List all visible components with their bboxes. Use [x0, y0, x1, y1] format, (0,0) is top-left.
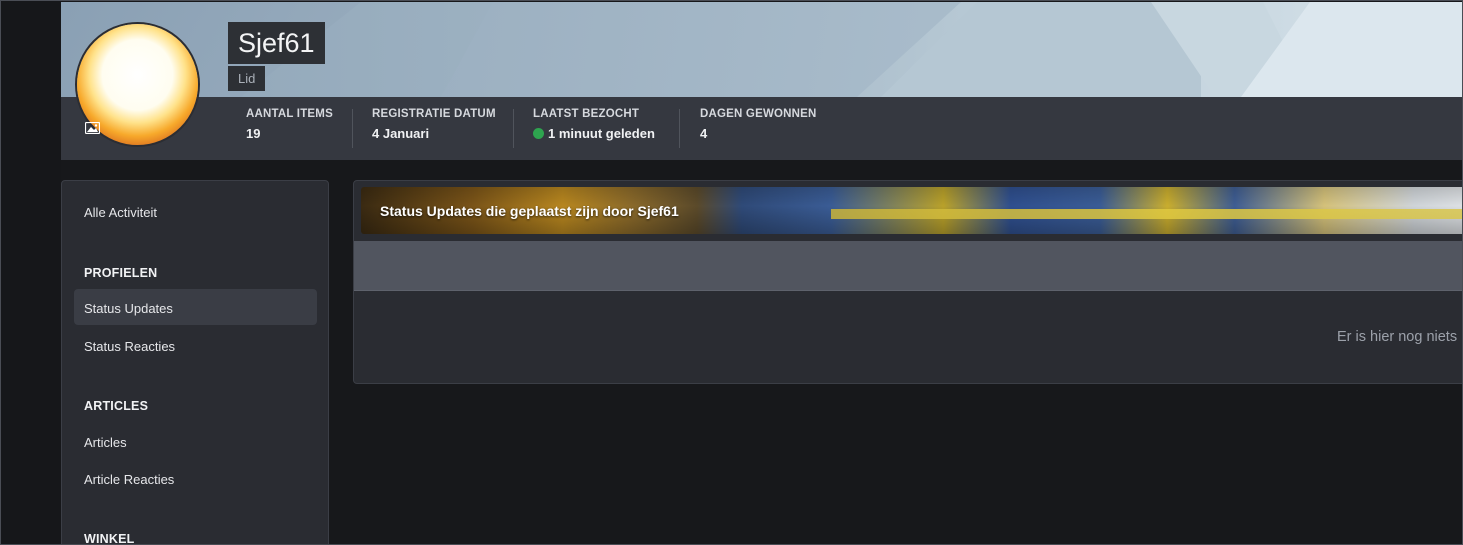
status-updates-panel: Status Updates die geplaatst zijn door S…	[353, 180, 1463, 384]
stat-label: DAGEN GEWONNEN	[700, 108, 817, 120]
sidebar-item-article-replies[interactable]: Article Reacties	[84, 472, 174, 487]
section-title: Status Updates die geplaatst zijn door S…	[380, 203, 679, 219]
sidebar-item-articles[interactable]: Articles	[84, 435, 127, 450]
stat-label: LAATST BEZOCHT	[533, 108, 640, 120]
empty-state-message: Er is hier nog niets	[1337, 329, 1458, 345]
stat-item-count: AANTAL ITEMS 19	[246, 108, 333, 148]
stat-value: 4	[700, 126, 708, 141]
stat-divider	[679, 109, 680, 148]
stat-registration-date: REGISTRATIE DATUM 4 Januari	[372, 108, 496, 148]
change-photo-button[interactable]	[78, 114, 106, 142]
stat-value: 19	[246, 126, 261, 141]
stat-divider	[352, 109, 353, 148]
profile-name: Sjef61	[228, 22, 325, 64]
sidebar-item-status-replies[interactable]: Status Reacties	[84, 339, 175, 354]
stat-label: AANTAL ITEMS	[246, 108, 333, 120]
stat-value-row: 1 minuut geleden	[533, 126, 655, 141]
section-banner: Status Updates die geplaatst zijn door S…	[361, 187, 1463, 234]
stat-divider	[513, 109, 514, 148]
stat-value: 4 Januari	[372, 126, 430, 141]
sidebar-heading-articles: ARTICLES	[84, 399, 149, 413]
stat-value: 1 minuut geleden	[548, 126, 655, 141]
online-status-icon	[533, 128, 544, 139]
activity-sidebar: Alle Activiteit PROFIELEN Status Updates…	[61, 180, 329, 545]
sidebar-item-status-updates[interactable]: Status Updates	[84, 301, 173, 316]
stat-label: REGISTRATIE DATUM	[372, 108, 496, 120]
sidebar-heading-profiles: PROFIELEN	[84, 266, 158, 280]
sidebar-heading-shop: WINKEL	[84, 532, 135, 545]
profile-role: Lid	[228, 66, 266, 91]
stat-days-won: DAGEN GEWONNEN 4	[700, 108, 817, 148]
filter-toolbar	[354, 241, 1463, 291]
sidebar-item-all-activity[interactable]: Alle Activiteit	[84, 205, 157, 220]
image-icon	[84, 122, 100, 134]
stat-last-visited: LAATST BEZOCHT 1 minuut geleden	[533, 108, 655, 148]
left-gutter	[0, 0, 61, 545]
banner-train-stripe	[831, 209, 1463, 219]
